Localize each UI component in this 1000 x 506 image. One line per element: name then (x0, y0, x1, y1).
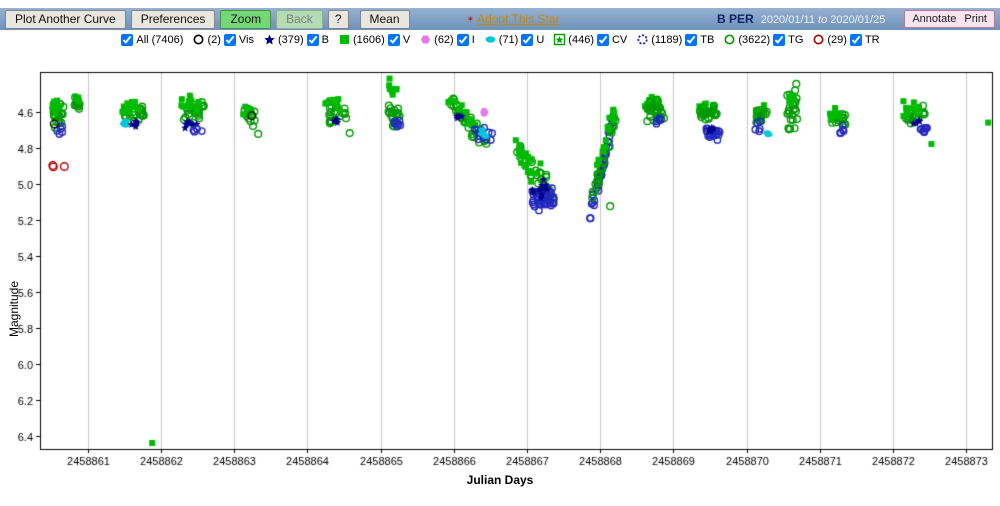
legend-item-U: (71) U (484, 33, 545, 46)
legend-item-V: (1606) V (338, 33, 410, 46)
x-axis-label: Julian Days (466, 473, 534, 487)
legend-label-U: U (536, 33, 545, 46)
v-band-symbol-icon (338, 33, 351, 46)
legend-checkbox-U[interactable] (521, 33, 534, 46)
legend-count-TB: (1189) (651, 33, 683, 46)
legend-checkbox-All[interactable] (121, 33, 134, 46)
legend-label-B: B (321, 33, 330, 46)
annotate-print-box: Annotate Print (904, 10, 995, 28)
cv-band-symbol-icon (553, 33, 566, 46)
legend-count-Vis: (2) (207, 33, 221, 46)
legend-checkbox-CV[interactable] (596, 33, 609, 46)
chart-area: Magnitude Julian Days (0, 56, 1000, 506)
legend-label-TG: TG (788, 33, 804, 46)
light-curve-canvas (0, 56, 1000, 506)
preferences-button[interactable]: Preferences (130, 9, 216, 29)
mean-button[interactable]: Mean (359, 9, 410, 29)
legend-label-All: All (7406) (136, 33, 184, 46)
legend-checkbox-I[interactable] (456, 33, 469, 46)
legend-label-I: I (471, 33, 475, 46)
legend-checkbox-Vis[interactable] (223, 33, 236, 46)
legend-item-I: (62) I (419, 33, 475, 46)
u-band-symbol-icon (484, 33, 497, 46)
date-range: 2020/01/11 to 2020/01/25 (761, 14, 886, 26)
legend-item-TR: (29) TR (812, 33, 880, 46)
legend-count-V: (1606) (353, 33, 385, 46)
star-info: B PER 2020/01/11 to 2020/01/25 (717, 12, 885, 26)
legend-item-Vis: (2) Vis (192, 33, 254, 46)
legend-item-B: (379) B (263, 33, 329, 46)
tr-band-symbol-icon (812, 33, 825, 46)
b-band-symbol-icon (263, 33, 276, 46)
legend-label-CV: CV (611, 33, 628, 46)
legend-checkbox-TG[interactable] (773, 33, 786, 46)
legend-count-U: (71) (498, 33, 519, 46)
date-from: 2020/01/11 (760, 14, 815, 26)
legend-checkbox-TB[interactable] (685, 33, 698, 46)
legend-count-I: (62) (434, 33, 454, 46)
legend-label-TR: TR (864, 33, 880, 46)
legend-item-CV: (446) CV (553, 33, 627, 46)
tb-band-symbol-icon (636, 33, 649, 46)
legend-count-TR: (29) (827, 33, 847, 46)
legend-item-all: All (7406) (120, 33, 184, 46)
print-link[interactable]: Print (964, 13, 987, 25)
vis-band-symbol-icon (192, 33, 205, 46)
adopt-this-star-link[interactable]: Adopt This Star (477, 12, 560, 26)
date-to-word: to (818, 14, 828, 26)
star-name: B PER (717, 12, 754, 26)
adopt-star-wrap: ✶ Adopt This Star (467, 12, 560, 26)
annotate-link[interactable]: Annotate (912, 13, 956, 25)
legend-count-B: (379) (277, 33, 304, 46)
legend-label-TB: TB (700, 33, 715, 46)
back-button[interactable]: Back (276, 9, 323, 29)
legend-label-V: V (402, 33, 411, 46)
legend-row: All (7406) (2) Vis (379) B (1606) V (62) I (71) U(… (0, 33, 1000, 46)
adopt-star-icon: ✶ (466, 13, 475, 24)
legend-count-CV: (446) (568, 33, 594, 46)
legend-item-TB: (1189) TB (636, 33, 714, 46)
date-to: 2020/01/25 (830, 14, 886, 26)
legend-checkbox-V[interactable] (387, 33, 400, 46)
legend-label-Vis: Vis (238, 33, 254, 46)
i-band-symbol-icon (419, 33, 432, 46)
plot-another-curve-button[interactable]: Plot Another Curve (5, 9, 126, 29)
help-button[interactable]: ? (327, 9, 349, 29)
tg-band-symbol-icon (723, 33, 736, 46)
zoom-button[interactable]: Zoom (220, 9, 272, 29)
legend-checkbox-TR[interactable] (849, 33, 862, 46)
y-axis-label: Magnitude (7, 280, 21, 338)
toolbar: Plot Another Curve Preferences Zoom Back… (0, 8, 1000, 30)
legend-checkbox-B[interactable] (306, 33, 319, 46)
legend-count-TG: (3622) (738, 33, 771, 46)
legend-item-TG: (3622) TG (723, 33, 803, 46)
